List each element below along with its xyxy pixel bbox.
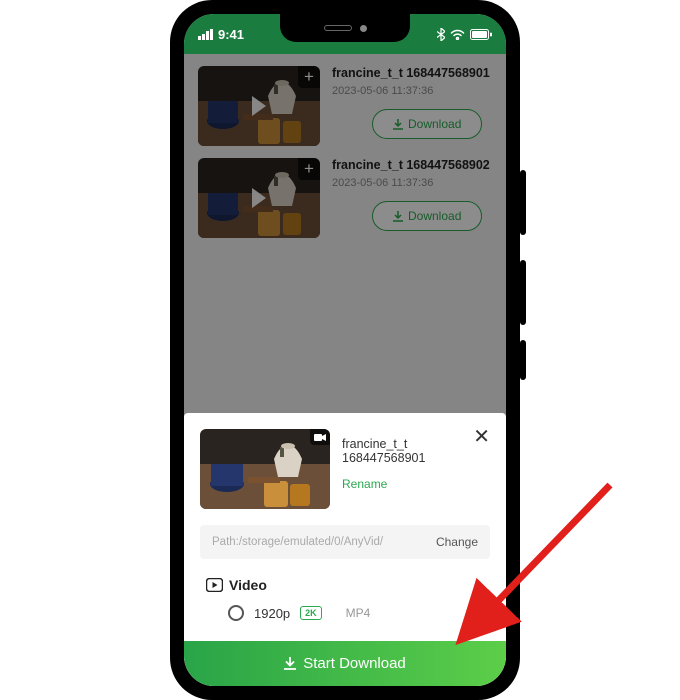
device-side-button bbox=[520, 170, 526, 235]
close-icon[interactable]: ✕ bbox=[473, 427, 490, 447]
sheet-thumbnail bbox=[200, 429, 330, 509]
sheet-filename: francine_t_t 168447568901 bbox=[342, 437, 490, 465]
video-section-label: Video bbox=[200, 577, 490, 593]
video-section-icon bbox=[206, 578, 223, 592]
download-path: Path:/storage/emulated/0/AnyVid/ bbox=[212, 536, 383, 548]
device-side-button bbox=[520, 340, 526, 380]
screen: 9:41 + francine_t_t 168447568901 202 bbox=[184, 14, 506, 686]
quality-option[interactable]: 1920p 2K MP4 bbox=[200, 605, 490, 621]
device-side-button bbox=[520, 260, 526, 325]
device-notch bbox=[280, 14, 410, 42]
battery-icon bbox=[470, 29, 492, 40]
download-sheet: ✕ francine_t_t 168447568901 Rename Path: bbox=[184, 413, 506, 686]
change-path-button[interactable]: Change bbox=[436, 535, 478, 549]
download-icon bbox=[284, 657, 296, 670]
rename-button[interactable]: Rename bbox=[342, 477, 490, 491]
phone-frame: 9:41 + francine_t_t 168447568901 202 bbox=[170, 0, 520, 700]
signal-icon bbox=[198, 29, 213, 40]
content-area: + francine_t_t 168447568901 2023-05-06 1… bbox=[184, 54, 506, 686]
quality-badge: 2K bbox=[300, 606, 322, 620]
radio-button[interactable] bbox=[228, 605, 244, 621]
resolution-label: 1920p bbox=[254, 606, 290, 621]
wifi-icon bbox=[450, 29, 465, 40]
bluetooth-icon bbox=[437, 28, 445, 41]
start-download-button[interactable]: Start Download bbox=[184, 641, 506, 686]
format-label: MP4 bbox=[346, 606, 371, 620]
path-row: Path:/storage/emulated/0/AnyVid/ Change bbox=[200, 525, 490, 559]
status-time: 9:41 bbox=[218, 27, 244, 42]
video-badge-icon bbox=[310, 429, 330, 445]
